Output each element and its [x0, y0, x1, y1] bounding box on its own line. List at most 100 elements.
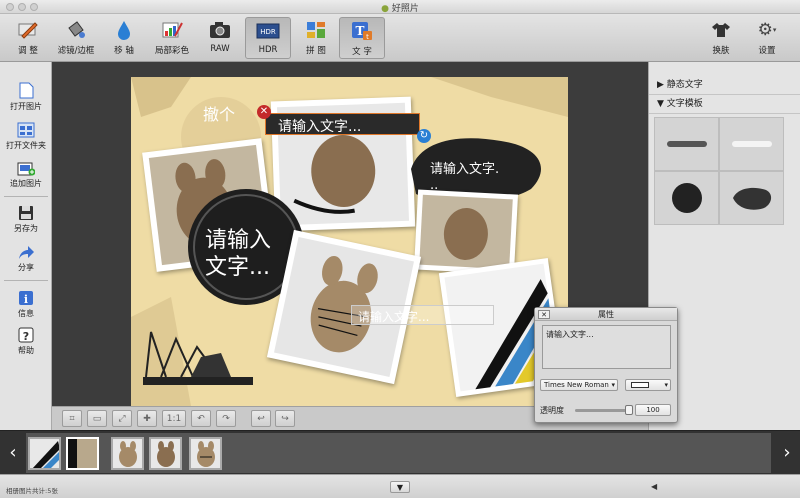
- rotate-handle-icon[interactable]: ↻: [417, 129, 431, 143]
- opacity-slider-handle[interactable]: [625, 405, 633, 415]
- text-box-1-content: 请输入文字...: [278, 119, 362, 135]
- hdr-button[interactable]: HDR HDR: [245, 17, 291, 59]
- text-content-field[interactable]: 请输入文字...: [542, 325, 671, 369]
- template-dark-bar[interactable]: [655, 118, 718, 170]
- fit-icon: ▭: [92, 413, 102, 424]
- color-brush-icon: [159, 19, 185, 41]
- separator: [4, 280, 48, 281]
- toggle-filmstrip-button[interactable]: ▼: [390, 481, 410, 493]
- close-icon: ✕: [541, 311, 547, 319]
- share-button[interactable]: 分享: [0, 243, 52, 273]
- text-button[interactable]: Tt 文 字: [339, 17, 385, 59]
- font-select[interactable]: Times New Roman ▾: [540, 379, 618, 391]
- share-label: 分享: [18, 263, 34, 272]
- document-icon: [16, 82, 36, 99]
- chevron-left-icon[interactable]: ‹: [3, 433, 23, 473]
- text-tool-icon: Tt: [349, 20, 375, 42]
- help-label: 帮助: [18, 346, 34, 355]
- shirt-icon: [708, 19, 734, 41]
- svg-text:?: ?: [23, 330, 29, 343]
- adjust-button[interactable]: 调 整: [5, 17, 51, 59]
- open-folder-button[interactable]: 打开文件夹: [0, 121, 52, 151]
- text-box-2[interactable]: 请输入文字. ..: [430, 162, 499, 194]
- filter-frame-button[interactable]: 滤镜/边框: [53, 17, 99, 59]
- zoom-button[interactable]: ✚: [137, 410, 157, 427]
- help-icon: ?: [16, 326, 36, 343]
- text-box-4[interactable]: 请输入文字...: [351, 305, 494, 325]
- template-grid: [654, 117, 784, 225]
- rotate-right-button[interactable]: ↷: [216, 410, 236, 427]
- thumbnail-2[interactable]: [66, 437, 99, 470]
- color-select[interactable]: ▾: [625, 379, 671, 391]
- text-box-3-line2: 文字...: [205, 255, 270, 280]
- thumbnail-5[interactable]: [189, 437, 222, 470]
- skin-button[interactable]: 换肤: [698, 17, 744, 59]
- text-template-section[interactable]: ▼ 文字模板: [649, 95, 800, 114]
- rotate-right-icon: ↷: [222, 413, 230, 424]
- rotate-left-icon: ↶: [197, 413, 205, 424]
- open-image-button[interactable]: 打开图片: [0, 82, 52, 112]
- undo-icon: ↩: [257, 413, 265, 424]
- disclosure-right-icon: ▶: [657, 80, 664, 90]
- collage-button[interactable]: 拼 图: [293, 17, 339, 59]
- text-box-1[interactable]: 请输入文字...: [265, 113, 420, 135]
- svg-text:HDR: HDR: [260, 28, 276, 36]
- tilt-shift-button[interactable]: 移 轴: [101, 17, 147, 59]
- crop-button[interactable]: ⌗: [62, 410, 82, 427]
- thumbnail-4[interactable]: [149, 437, 182, 470]
- filmstrip: ‹ ›: [0, 430, 800, 474]
- info-button[interactable]: i 信息: [0, 289, 52, 319]
- disclosure-down-icon: ▼: [657, 99, 664, 109]
- chevron-right-icon[interactable]: ›: [777, 433, 797, 473]
- collage-canvas[interactable]: 撤个 请输入文字... ✕ ↻ 请输入文字. .. 请输入 文字... 请输入文…: [131, 77, 568, 406]
- help-button[interactable]: ? 帮助: [0, 326, 52, 356]
- opacity-value-field[interactable]: 100: [635, 404, 671, 416]
- append-image-button[interactable]: 追加图片: [0, 159, 52, 189]
- status-bar: 相册图片共计:5张 ▼ ◀: [0, 474, 800, 498]
- save-as-label: 另存为: [14, 224, 38, 233]
- rotate-left-button[interactable]: ↶: [191, 410, 211, 427]
- save-as-button[interactable]: 另存为: [0, 204, 52, 234]
- close-properties-button[interactable]: ✕: [538, 310, 550, 319]
- thumbnail-3[interactable]: [111, 437, 144, 470]
- template-light-bar[interactable]: [720, 118, 783, 170]
- opacity-slider[interactable]: [575, 409, 631, 412]
- text-box-3[interactable]: 请输入 文字...: [205, 227, 271, 281]
- info-icon: i: [16, 289, 36, 306]
- water-drop-icon: [111, 19, 137, 41]
- thumbnail-1[interactable]: [28, 437, 61, 470]
- left-panel: 打开图片 打开文件夹 追加图片 另存为 分享 i 信息 ? 帮助: [0, 62, 52, 430]
- text-box-4-content: 请输入文字...: [358, 310, 430, 324]
- properties-title-label: 属性: [598, 310, 614, 319]
- skin-label: 换肤: [712, 46, 730, 56]
- redo-icon: ↪: [281, 413, 289, 424]
- svg-text:i: i: [24, 293, 28, 306]
- redo-button[interactable]: ↪: [275, 410, 295, 427]
- opacity-label: 透明度: [540, 406, 564, 415]
- partial-color-button[interactable]: 局部彩色: [149, 17, 195, 59]
- folder-grid-icon: [16, 121, 36, 138]
- speaker-icon[interactable]: ◀: [651, 482, 657, 491]
- chevron-down-icon: ▾: [664, 381, 668, 389]
- raw-button[interactable]: RAW: [197, 17, 243, 59]
- color-swatch: [631, 382, 649, 388]
- undo-button[interactable]: ↩: [251, 410, 271, 427]
- settings-label: 设置: [758, 46, 776, 56]
- static-text-section[interactable]: ▶ 静态文字: [649, 76, 800, 95]
- actual-size-button[interactable]: 1:1: [162, 410, 186, 427]
- template-ink-splash[interactable]: [720, 172, 783, 224]
- photo-3[interactable]: [413, 189, 519, 275]
- template-ink-circle[interactable]: [655, 172, 718, 224]
- properties-panel: 属性 ✕ 请输入文字... Times New Roman ▾ ▾ 透明度 100: [534, 307, 678, 423]
- font-value: Times New Roman: [544, 381, 609, 389]
- fullscreen-button[interactable]: ⤢: [112, 410, 132, 427]
- tilt-shift-label: 移 轴: [114, 46, 134, 56]
- text-box-3-line1: 请输入: [205, 228, 272, 253]
- status-text: 相册图片共计:5张: [6, 487, 58, 495]
- delete-text-icon[interactable]: ✕: [257, 105, 271, 119]
- undo-text[interactable]: 撤个: [203, 101, 235, 125]
- filter-frame-label: 滤镜/边框: [57, 46, 95, 56]
- settings-button[interactable]: ⚙ ▾ 设置: [744, 17, 790, 59]
- properties-title: 属性: [535, 308, 677, 321]
- fit-button[interactable]: ▭: [87, 410, 107, 427]
